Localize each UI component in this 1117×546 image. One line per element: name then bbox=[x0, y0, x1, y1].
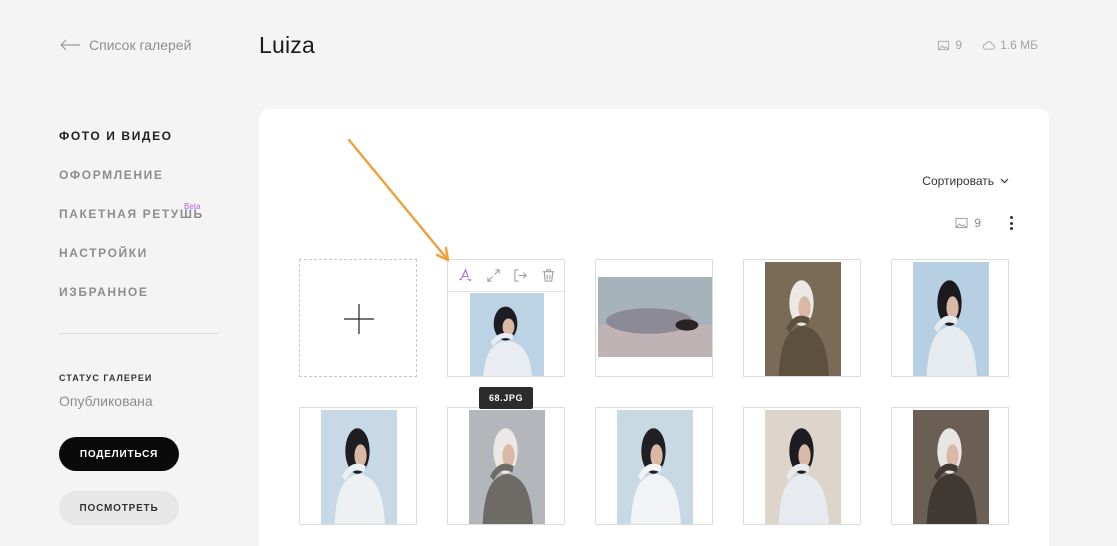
sidebar-item-batch-retouch[interactable]: ПАКЕТНАЯ РЕТУШЬ Beta bbox=[59, 202, 219, 245]
gallery-count: 9 bbox=[974, 216, 981, 230]
back-to-galleries-link[interactable]: Список галерей bbox=[59, 37, 191, 53]
sidebar-item-photo-video[interactable]: ФОТО И ВИДЕО bbox=[59, 128, 219, 167]
photo-tile[interactable] bbox=[743, 259, 861, 377]
gallery-count-row: 9 bbox=[955, 216, 1013, 230]
photo-toolbar bbox=[448, 260, 564, 292]
chevron-down-icon bbox=[1000, 178, 1009, 184]
filename-tooltip: 68.JPG bbox=[479, 387, 533, 409]
page-title: Luiza bbox=[259, 32, 315, 58]
photo-5-image bbox=[321, 410, 397, 524]
sort-label: Сортировать bbox=[922, 174, 994, 188]
photo-tile[interactable] bbox=[299, 407, 417, 525]
photo-7-image bbox=[617, 410, 693, 524]
photo-tile[interactable] bbox=[891, 259, 1009, 377]
photo-1-image bbox=[470, 293, 544, 376]
sidebar-item-favorites[interactable]: ИЗБРАННОЕ bbox=[59, 284, 219, 323]
view-button[interactable]: ПОСМОТРЕТЬ bbox=[59, 491, 179, 525]
gallery-status-value: Опубликована bbox=[59, 393, 153, 409]
sidebar-item-label: ПАКЕТНАЯ РЕТУШЬ bbox=[59, 207, 204, 221]
more-options-icon[interactable] bbox=[1009, 216, 1013, 230]
expand-icon[interactable] bbox=[486, 268, 501, 283]
photo-tile[interactable] bbox=[743, 407, 861, 525]
photo-4-image bbox=[913, 262, 989, 376]
photo-6-image bbox=[469, 410, 545, 524]
gallery-stats: 9 1.6 МБ bbox=[937, 38, 1038, 52]
app-root: Список галерей Luiza 9 1.6 МБ ФОТО И ВИД… bbox=[0, 0, 1117, 546]
move-icon[interactable] bbox=[513, 268, 528, 283]
upload-photo-tile[interactable] bbox=[299, 259, 417, 377]
sidebar-divider bbox=[59, 333, 219, 334]
image-icon bbox=[955, 217, 968, 229]
photo-count: 9 bbox=[955, 38, 963, 52]
photo-tile-hovered[interactable] bbox=[447, 259, 565, 377]
trash-icon[interactable] bbox=[541, 268, 556, 283]
plus-icon bbox=[344, 304, 374, 334]
photo-tile[interactable] bbox=[447, 407, 565, 525]
storage-size: 1.6 МБ bbox=[1000, 38, 1038, 52]
arrow-left-icon bbox=[60, 39, 80, 51]
photo-2-image bbox=[598, 277, 712, 357]
sort-dropdown[interactable]: Сортировать bbox=[922, 174, 1009, 188]
photo-3-image bbox=[765, 262, 841, 376]
photo-tile[interactable] bbox=[891, 407, 1009, 525]
retouch-icon[interactable] bbox=[458, 268, 473, 283]
cloud-icon bbox=[982, 40, 996, 50]
photo-tile[interactable] bbox=[595, 259, 713, 377]
sidebar-item-settings[interactable]: НАСТРОЙКИ bbox=[59, 245, 219, 284]
beta-badge: Beta bbox=[184, 202, 201, 211]
sidebar-nav: ФОТО И ВИДЕО ОФОРМЛЕНИЕ ПАКЕТНАЯ РЕТУШЬ … bbox=[59, 128, 219, 323]
gallery-status-label: СТАТУС ГАЛЕРЕИ bbox=[59, 373, 153, 383]
share-button[interactable]: ПОДЕЛИТЬСЯ bbox=[59, 437, 179, 471]
image-icon bbox=[938, 40, 950, 50]
back-link-label: Список галерей bbox=[89, 37, 192, 53]
photo-9-image bbox=[913, 410, 989, 524]
photo-tile[interactable] bbox=[595, 407, 713, 525]
photo-8-image bbox=[765, 410, 841, 524]
